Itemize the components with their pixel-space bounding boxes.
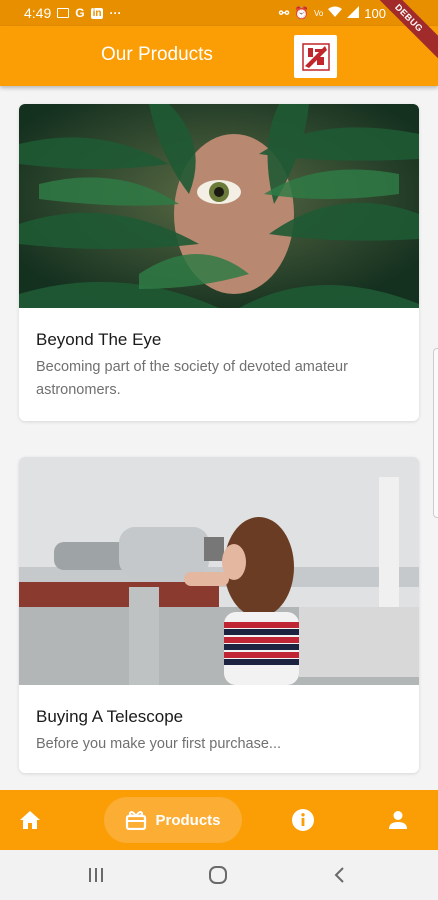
product-card[interactable]: Beyond The Eye Becoming part of the soci… xyxy=(19,104,419,421)
battery-percent: 100 xyxy=(364,5,386,21)
home-circle-icon xyxy=(209,866,227,884)
telescope-viewer-image xyxy=(19,457,419,685)
system-navigation-bar xyxy=(0,850,438,900)
bottom-navigation: Products xyxy=(0,790,438,850)
alarm-icon: ⏰ xyxy=(294,6,309,20)
image-icon xyxy=(57,8,70,18)
status-time: 4:49 xyxy=(24,5,52,21)
scroll-indicator[interactable] xyxy=(433,348,438,518)
nav-home[interactable] xyxy=(10,790,50,850)
system-recents-button[interactable] xyxy=(76,862,116,888)
linkedin-icon: in xyxy=(90,7,104,19)
more-icon: ··· xyxy=(109,6,122,20)
logo-icon xyxy=(301,42,330,71)
brand-logo[interactable] xyxy=(294,35,337,78)
nav-profile[interactable] xyxy=(378,790,418,850)
status-bar: 4:49 G in ··· ⚯ ⏰ Vo 100 xyxy=(0,0,438,26)
back-icon xyxy=(334,867,344,883)
home-icon xyxy=(20,811,40,829)
nav-products-label: Products xyxy=(155,811,221,829)
nav-info[interactable] xyxy=(283,790,323,850)
person-icon xyxy=(389,811,407,829)
nav-products[interactable]: Products xyxy=(104,797,242,843)
card-description: Before you make your first purchase... xyxy=(36,736,281,752)
info-icon xyxy=(292,809,314,831)
card-title: Beyond The Eye xyxy=(36,330,162,349)
system-home-button[interactable] xyxy=(198,862,238,888)
google-icon: G xyxy=(75,6,85,20)
products-icon xyxy=(126,811,147,830)
signal-icon xyxy=(347,5,360,21)
system-back-button[interactable] xyxy=(320,862,360,888)
recents-icon xyxy=(89,868,103,882)
card-title: Buying A Telescope xyxy=(36,707,184,726)
link-icon: ⚯ xyxy=(278,6,289,20)
vowifi-icon: Vo xyxy=(313,8,324,18)
fern-eye-image xyxy=(19,104,419,308)
app-bar: Our Products xyxy=(0,26,438,86)
wifi-icon xyxy=(328,6,343,21)
product-card[interactable]: Buying A Telescope Before you make your … xyxy=(19,457,419,773)
page-title: Our Products xyxy=(101,44,213,65)
product-list[interactable]: Beyond The Eye Becoming part of the soci… xyxy=(0,86,438,790)
card-description: Becoming part of the society of devoted … xyxy=(36,359,348,398)
